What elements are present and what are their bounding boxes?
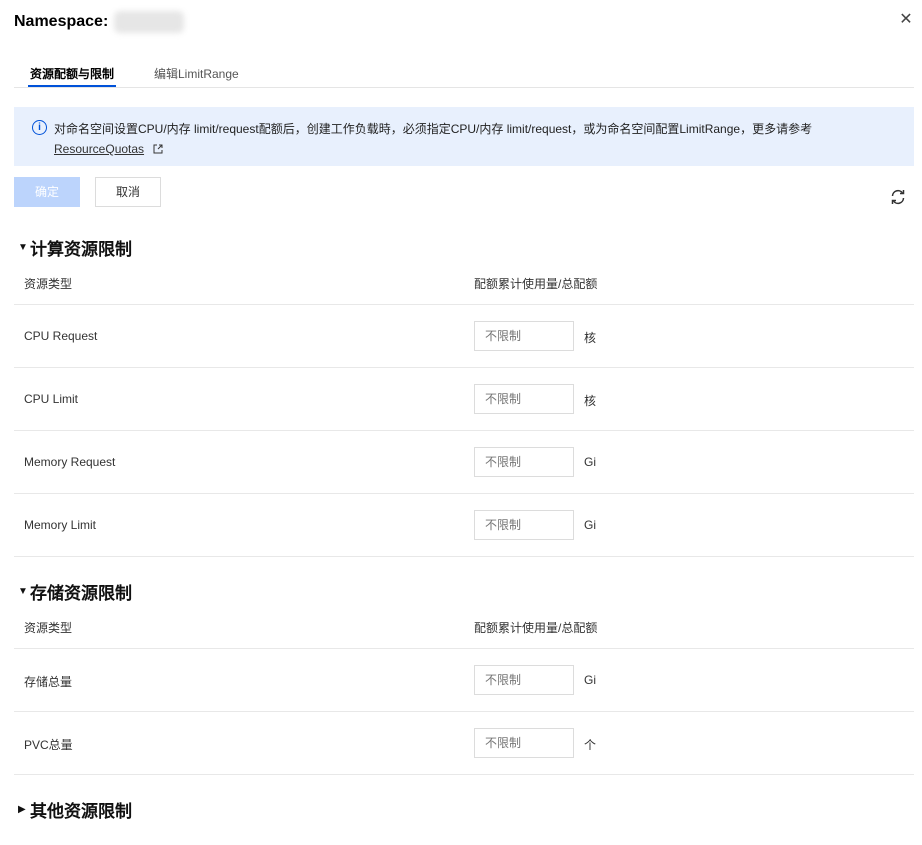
row-label-memory-limit: Memory Limit — [24, 518, 97, 532]
cpu-limit-input[interactable] — [474, 384, 574, 414]
section-other-title: 其他资源限制 — [30, 802, 132, 821]
divider — [14, 556, 914, 557]
info-banner: i 对命名空间设置CPU/内存 limit/request配额后，创建工作负载時… — [14, 107, 914, 166]
dialog-title: Namespace: — [14, 13, 109, 30]
external-link-icon[interactable] — [153, 144, 163, 154]
section-other[interactable]: ▶ 其他资源限制 — [18, 797, 132, 822]
caret-down-icon[interactable]: ▼ — [18, 242, 28, 253]
close-icon[interactable]: ✕ — [898, 12, 914, 28]
divider — [14, 493, 914, 494]
storage-col-type: 资源类型 — [24, 621, 73, 635]
section-storage[interactable]: ▼ 存储资源限制 — [18, 579, 132, 604]
namespace-quota-dialog: Namespace: ✕ 资源配额与限制 编辑LimitRange i 对命名空… — [0, 0, 922, 845]
compute-col-quota: 配额累计使用量/总配额 — [474, 277, 598, 291]
compute-col-type: 资源类型 — [24, 277, 73, 291]
memory-request-unit: Gi — [584, 455, 596, 469]
memory-request-input[interactable] — [474, 447, 574, 477]
section-compute-title: 计算资源限制 — [30, 240, 132, 259]
row-label-pvc-total: PVC总量 — [24, 738, 73, 752]
caret-right-icon[interactable]: ▶ — [18, 804, 28, 815]
info-icon: i — [32, 120, 47, 135]
tab-resource-quota[interactable]: 资源配额与限制 — [27, 65, 117, 87]
cpu-request-unit: 核 — [584, 331, 597, 345]
info-banner-text: 对命名空间设置CPU/内存 limit/request配额后，创建工作负载時，必… — [54, 122, 813, 136]
section-compute[interactable]: ▼ 计算资源限制 — [18, 235, 132, 260]
caret-down-icon[interactable]: ▼ — [18, 586, 28, 597]
row-label-memory-request: Memory Request — [24, 455, 116, 469]
dialog-header: Namespace: — [14, 11, 185, 33]
namespace-name-redacted — [114, 11, 185, 33]
row-label-cpu-limit: CPU Limit — [24, 392, 79, 406]
storage-total-input[interactable] — [474, 665, 574, 695]
cpu-request-input[interactable] — [474, 321, 574, 351]
divider — [14, 430, 914, 431]
storage-col-quota: 配额累计使用量/总配额 — [474, 621, 598, 635]
divider — [14, 711, 914, 712]
row-label-cpu-request: CPU Request — [24, 329, 98, 343]
pvc-total-unit: 个 — [584, 738, 597, 752]
memory-limit-unit: Gi — [584, 518, 596, 532]
tab-bar: 资源配额与限制 编辑LimitRange — [14, 60, 914, 88]
cancel-button[interactable]: 取消 — [95, 177, 161, 207]
resourcequotas-link[interactable]: ResourceQuotas — [54, 142, 144, 156]
refresh-icon[interactable] — [889, 188, 907, 206]
tab-edit-limitrange[interactable]: 编辑LimitRange — [154, 65, 239, 82]
divider — [14, 648, 914, 649]
memory-limit-input[interactable] — [474, 510, 574, 540]
section-storage-title: 存储资源限制 — [30, 584, 132, 603]
divider — [14, 367, 914, 368]
cpu-limit-unit: 核 — [584, 394, 597, 408]
storage-total-unit: Gi — [584, 673, 596, 687]
divider — [14, 304, 914, 305]
confirm-button[interactable]: 确定 — [14, 177, 80, 207]
divider — [14, 774, 914, 775]
row-label-storage-total: 存储总量 — [24, 675, 73, 689]
pvc-total-input[interactable] — [474, 728, 574, 758]
